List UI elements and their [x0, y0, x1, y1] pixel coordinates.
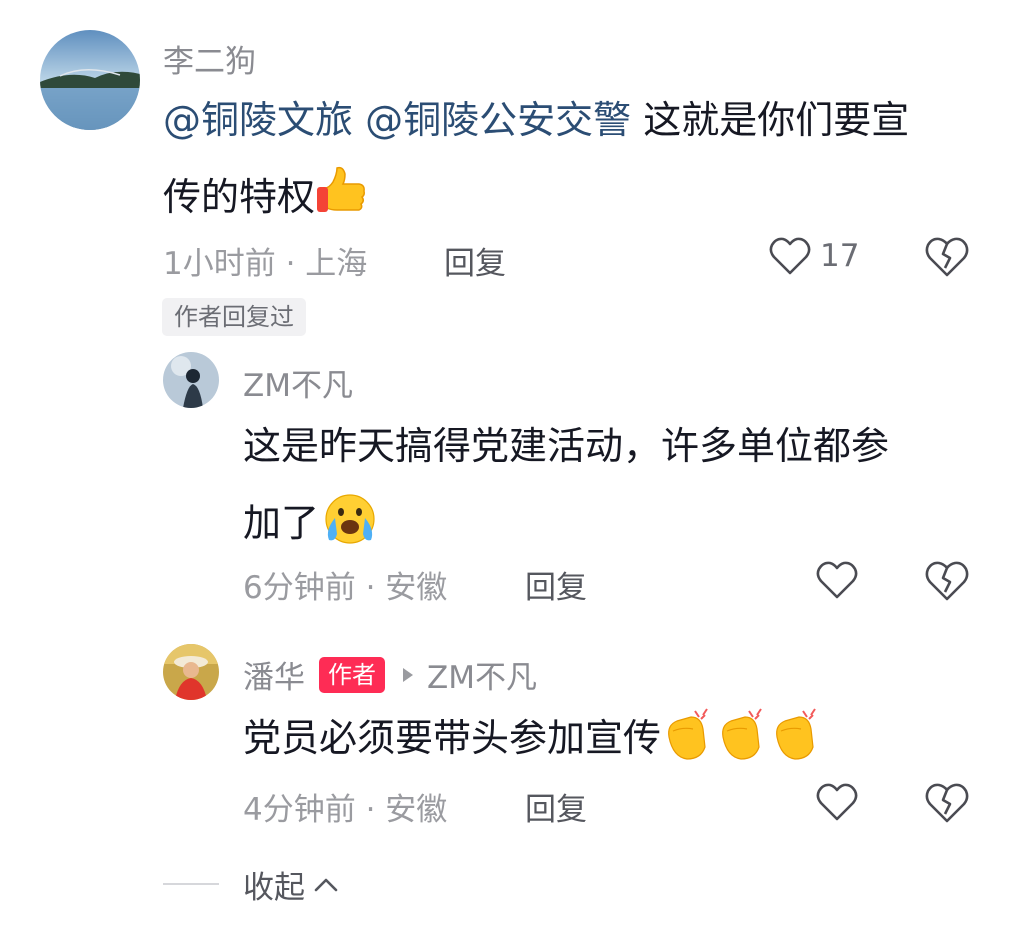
chevron-up-icon	[313, 876, 339, 894]
reply-location: 安徽	[385, 570, 448, 606]
like-button[interactable]	[815, 782, 859, 822]
reply-location: 安徽	[385, 792, 448, 828]
reply-header: 潘华 作者 ZM不凡	[243, 652, 537, 697]
avatar-image	[163, 644, 219, 700]
comment-text-line2: 传的特权	[163, 175, 316, 219]
reply-meta: 6分钟前 · 安徽	[243, 570, 448, 606]
reply-text: 党员必须要带头参加宣传	[243, 700, 1003, 777]
author-tag: 作者	[319, 656, 385, 693]
reply-arrow-icon	[401, 666, 415, 684]
avatar-image	[163, 352, 219, 408]
reply-to-username[interactable]: ZM不凡	[427, 652, 537, 697]
reply-time: 4分钟前	[243, 792, 356, 828]
reply-time: 6分钟前	[243, 570, 356, 606]
like-count: 17	[820, 238, 860, 274]
collapse-divider	[163, 883, 219, 885]
clapping-hands-icon	[661, 707, 823, 763]
broken-heart-icon	[924, 782, 970, 824]
author-replied-badge: 作者回复过	[162, 298, 306, 336]
heart-icon	[815, 782, 859, 822]
reply-text-line2: 加了	[243, 501, 320, 545]
mention-link[interactable]: @铜陵公安交警	[365, 98, 631, 142]
reply-button[interactable]: 回复	[444, 238, 506, 283]
dislike-button[interactable]	[924, 782, 970, 824]
avatar[interactable]	[163, 352, 219, 408]
reply-button[interactable]: 回复	[525, 562, 587, 607]
dislike-button[interactable]	[924, 560, 970, 602]
comment-location: 上海	[305, 246, 368, 282]
broken-heart-icon	[924, 560, 970, 602]
reply-username[interactable]: ZM不凡	[243, 360, 353, 405]
comment-text: @铜陵文旅 @铜陵公安交警 这就是你们要宣 传的特权	[163, 82, 983, 236]
crying-face-icon	[321, 490, 379, 546]
reply-text-content: 党员必须要带头参加宣传	[243, 716, 662, 760]
collapse-label: 收起	[243, 870, 305, 906]
like-button[interactable]: 17	[768, 236, 859, 276]
reply-text-line1: 这是昨天搞得党建活动，许多单位都参	[243, 424, 890, 468]
reply-button[interactable]: 回复	[525, 784, 587, 829]
reply-username[interactable]: 潘华	[243, 652, 305, 697]
avatar[interactable]	[163, 644, 219, 700]
avatar[interactable]	[40, 30, 140, 130]
comment-time: 1小时前	[163, 246, 276, 282]
dislike-button[interactable]	[924, 236, 970, 278]
comment-username[interactable]: 李二狗	[163, 36, 256, 81]
heart-icon	[815, 560, 859, 600]
comment-meta: 1小时前 · 上海	[163, 246, 368, 282]
mention-link[interactable]: @铜陵文旅	[163, 98, 353, 142]
comment-text-line1: 这就是你们要宣	[631, 98, 910, 142]
reply-meta: 4分钟前 · 安徽	[243, 792, 448, 828]
broken-heart-icon	[924, 236, 970, 278]
avatar-image	[40, 30, 140, 130]
like-button[interactable]	[815, 560, 859, 600]
collapse-button[interactable]: 收起	[243, 862, 339, 907]
heart-icon	[768, 236, 812, 276]
reply-text: 这是昨天搞得党建活动，许多单位都参 加了	[243, 408, 1003, 562]
thumbs-up-icon	[315, 164, 369, 218]
